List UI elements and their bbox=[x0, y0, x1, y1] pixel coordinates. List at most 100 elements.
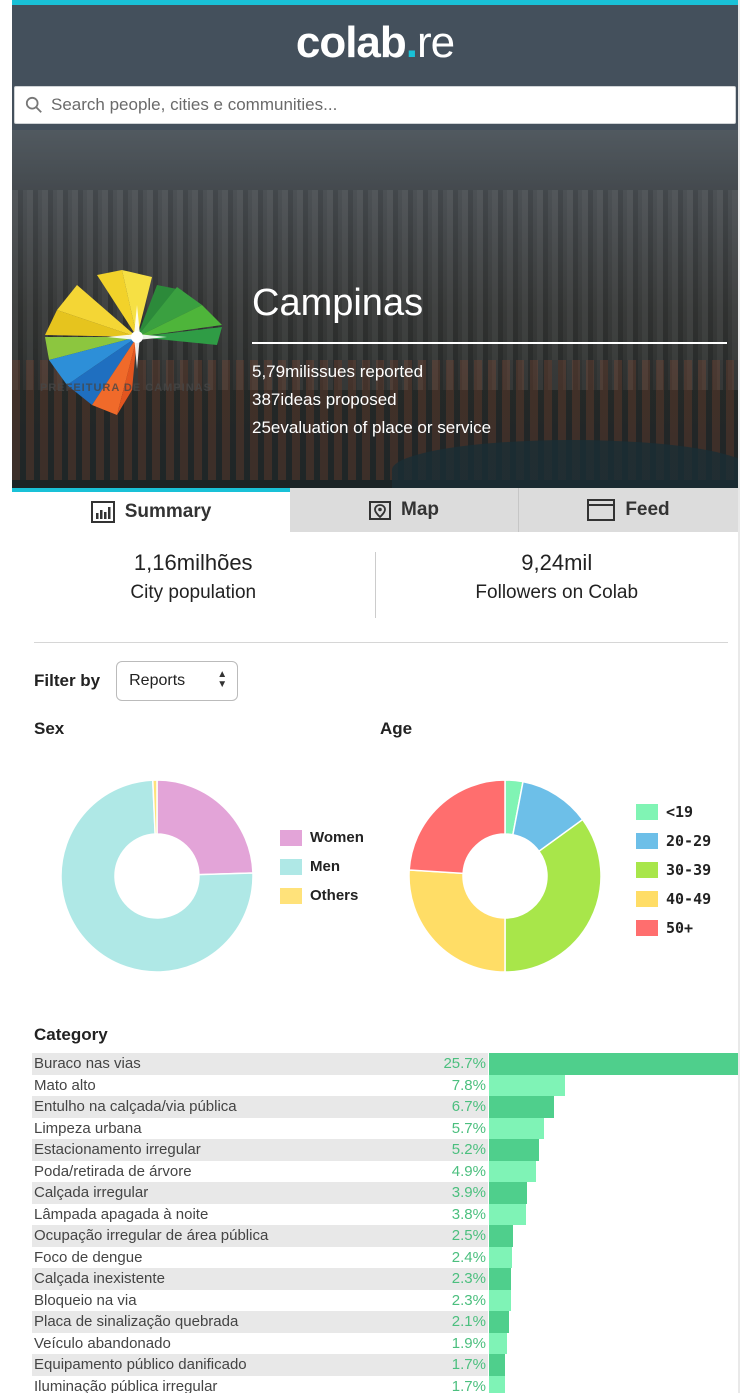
category-percent: 2.1% bbox=[451, 1313, 486, 1331]
category-row: Calçada irregular 3.9% bbox=[12, 1182, 738, 1204]
category-percent: 7.8% bbox=[451, 1076, 486, 1094]
tab-feed[interactable]: Feed bbox=[519, 488, 738, 532]
search-bar bbox=[12, 80, 738, 130]
category-bar bbox=[489, 1289, 512, 1311]
legend-label: 20-29 bbox=[666, 831, 712, 850]
category-row: Poda/retirada de árvore 4.9% bbox=[12, 1160, 738, 1182]
category-bar bbox=[489, 1139, 540, 1161]
category-name: Mato alto bbox=[34, 1076, 96, 1094]
tab-map[interactable]: Map bbox=[290, 488, 519, 532]
category-bar bbox=[489, 1246, 513, 1268]
bar-chart-icon bbox=[90, 501, 115, 523]
category-name: Calçada irregular bbox=[34, 1184, 149, 1202]
category-bar bbox=[489, 1182, 527, 1204]
legend-label: Women bbox=[310, 829, 364, 846]
category-bar bbox=[489, 1332, 508, 1354]
followers-stat: 9,24mil Followers on Colab bbox=[376, 546, 739, 642]
category-row: Ocupação irregular de área pública 2.5% bbox=[12, 1225, 738, 1247]
city-divider bbox=[252, 342, 727, 344]
city-hero-banner: PREFEITURA DE CAMPINAS Campinas 5,79mili… bbox=[12, 130, 738, 488]
map-pin-icon bbox=[369, 501, 391, 520]
legend-swatch bbox=[280, 829, 302, 846]
category-name: Lâmpada apagada à noite bbox=[34, 1205, 209, 1223]
category-percent: 1.7% bbox=[451, 1356, 486, 1374]
chart-titles: Sex Age bbox=[12, 701, 738, 741]
section-divider bbox=[34, 642, 728, 643]
tab-bar: Summary Map Feed bbox=[12, 488, 738, 532]
category-percent: 2.3% bbox=[451, 1291, 486, 1309]
sex-chart-title: Sex bbox=[34, 719, 65, 738]
legend-swatch bbox=[280, 858, 302, 875]
filter-select[interactable]: Reports ▲ ▼ bbox=[116, 661, 239, 701]
search-icon bbox=[25, 96, 42, 113]
demographic-charts: Women Men Others <19 20-29 30-39 40-49 5… bbox=[12, 741, 738, 1001]
category-bar bbox=[489, 1096, 554, 1118]
filter-selected-value: Reports bbox=[129, 672, 186, 689]
category-name: Buraco nas vias bbox=[34, 1055, 141, 1073]
category-name: Poda/retirada de árvore bbox=[34, 1162, 192, 1180]
category-row: Equipamento público danificado 1.7% bbox=[12, 1354, 738, 1376]
sex-donut-chart bbox=[60, 779, 254, 973]
top-bar: colab.re bbox=[12, 0, 738, 80]
age-slice-4[interactable] bbox=[408, 779, 506, 875]
legend-swatch bbox=[636, 803, 658, 820]
colab-logo[interactable]: colab.re bbox=[296, 18, 455, 68]
followers-label: Followers on Colab bbox=[475, 582, 639, 603]
category-name: Veículo abandonado bbox=[34, 1334, 171, 1352]
category-row: Estacionamento irregular 5.2% bbox=[12, 1139, 738, 1161]
legend-item-20-29: 20-29 bbox=[636, 826, 711, 855]
category-row: Iluminação pública irregular 1.7% bbox=[12, 1375, 738, 1393]
category-title: Category bbox=[34, 1025, 108, 1044]
category-percent: 5.2% bbox=[451, 1141, 486, 1159]
legend-item-40-49: 40-49 bbox=[636, 884, 711, 913]
page-margin bbox=[0, 0, 12, 1393]
category-percent: 2.5% bbox=[451, 1227, 486, 1245]
category-percent: 5.7% bbox=[451, 1119, 486, 1137]
sex-legend: Women Men Others bbox=[280, 823, 364, 910]
category-percent: 3.8% bbox=[451, 1205, 486, 1223]
category-percent: 4.9% bbox=[451, 1162, 486, 1180]
population-value: 1,16milhões bbox=[133, 550, 253, 575]
legend-swatch bbox=[280, 887, 302, 904]
search-input[interactable] bbox=[49, 94, 653, 116]
age-slice-3[interactable] bbox=[408, 869, 506, 973]
summary-stats: 1,16milhões City population 9,24mil Foll… bbox=[12, 546, 738, 642]
city-logo-text: PREFEITURA DE CAMPINAS bbox=[40, 382, 212, 394]
legend-swatch bbox=[636, 861, 658, 878]
category-bar bbox=[489, 1375, 506, 1393]
category-row: Veículo abandonado 1.9% bbox=[12, 1332, 738, 1354]
category-row: Calçada inexistente 2.3% bbox=[12, 1268, 738, 1290]
legend-item-under19: <19 bbox=[636, 797, 711, 826]
category-row: Bloqueio na via 2.3% bbox=[12, 1289, 738, 1311]
legend-swatch bbox=[636, 890, 658, 907]
category-name: Limpeza urbana bbox=[34, 1119, 142, 1137]
age-donut-chart bbox=[408, 779, 602, 973]
legend-label: <19 bbox=[666, 802, 694, 821]
tab-feed-label: Feed bbox=[625, 499, 670, 520]
select-arrows-icon: ▲ ▼ bbox=[217, 669, 228, 690]
category-row: Placa de sinalização quebrada 2.1% bbox=[12, 1311, 738, 1333]
category-row: Entulho na calçada/via pública 6.7% bbox=[12, 1096, 738, 1118]
category-bar bbox=[489, 1074, 565, 1096]
category-row: Foco de dengue 2.4% bbox=[12, 1246, 738, 1268]
category-name: Foco de dengue bbox=[34, 1248, 143, 1266]
legend-item-others: Others bbox=[280, 881, 364, 910]
legend-label: Men bbox=[310, 858, 340, 875]
category-name: Estacionamento irregular bbox=[34, 1141, 201, 1159]
sex-slice-0[interactable] bbox=[156, 779, 254, 876]
legend-item-men: Men bbox=[280, 852, 364, 881]
legend-label: 40-49 bbox=[666, 889, 712, 908]
category-bar bbox=[489, 1160, 537, 1182]
category-bar bbox=[489, 1203, 526, 1225]
tab-summary[interactable]: Summary bbox=[12, 488, 290, 532]
filter-row: Filter by Reports ▲ ▼ bbox=[34, 661, 738, 701]
legend-label: Others bbox=[310, 887, 359, 904]
category-name: Equipamento público danificado bbox=[34, 1356, 247, 1374]
category-name: Entulho na calçada/via pública bbox=[34, 1098, 237, 1116]
age-chart-title: Age bbox=[380, 719, 413, 738]
search-box[interactable] bbox=[14, 86, 736, 124]
ideas-proposed: 387ideas proposed bbox=[252, 390, 397, 409]
age-slice-2[interactable] bbox=[504, 818, 602, 973]
category-bar bbox=[489, 1354, 506, 1376]
filter-label: Filter by bbox=[34, 671, 101, 690]
